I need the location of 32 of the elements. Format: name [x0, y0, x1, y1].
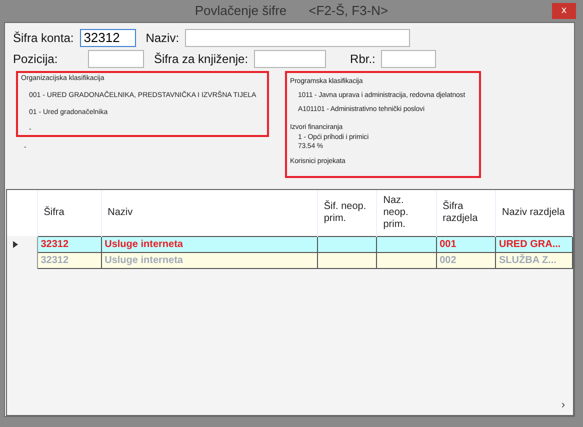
table-cell: SLUŽBA Z... [495, 252, 572, 268]
table-cell [376, 252, 436, 268]
table-cell [317, 236, 377, 252]
input-field[interactable]: 32312 [80, 28, 136, 46]
field-label: Šifra konta: [13, 30, 74, 46]
field-label: Pozicija: [13, 50, 59, 68]
input-field[interactable] [88, 50, 144, 68]
column-header[interactable]: Šif. neop. prim. [317, 190, 377, 236]
field-label: Šifra za knjiženje: [154, 50, 248, 68]
column-header[interactable]: Naz. neop. prim. [376, 190, 436, 236]
table-cell: 32312 [37, 252, 102, 268]
table-cell: 001 [436, 236, 496, 252]
column-header[interactable]: Šifra [37, 190, 102, 236]
scroll-arrow-icon[interactable]: › [561, 396, 565, 413]
shortcut-hint: <F2-Š, F3-N> [308, 2, 388, 20]
table-cell: 32312 [37, 236, 102, 252]
input-field[interactable] [185, 28, 410, 46]
table-cell: Usluge interneta [101, 236, 318, 252]
column-header[interactable]: Naziv [101, 190, 318, 236]
field-label: Rbr.: [350, 50, 376, 68]
column-header[interactable]: Šifra razdjela [436, 190, 496, 236]
field-label: Naziv: [146, 30, 180, 46]
table-cell: 002 [436, 252, 496, 268]
window-title: Povlačenje šifre [194, 2, 287, 20]
input-field[interactable] [254, 50, 326, 68]
table-cell [376, 236, 436, 252]
table-cell [317, 252, 377, 268]
column-header[interactable]: Naziv razdjela [495, 190, 572, 236]
input-field[interactable] [381, 50, 436, 68]
close-button[interactable]: x [552, 3, 576, 19]
table-cell: Usluge interneta [101, 252, 318, 268]
table-cell: URED GRA... [495, 236, 572, 252]
